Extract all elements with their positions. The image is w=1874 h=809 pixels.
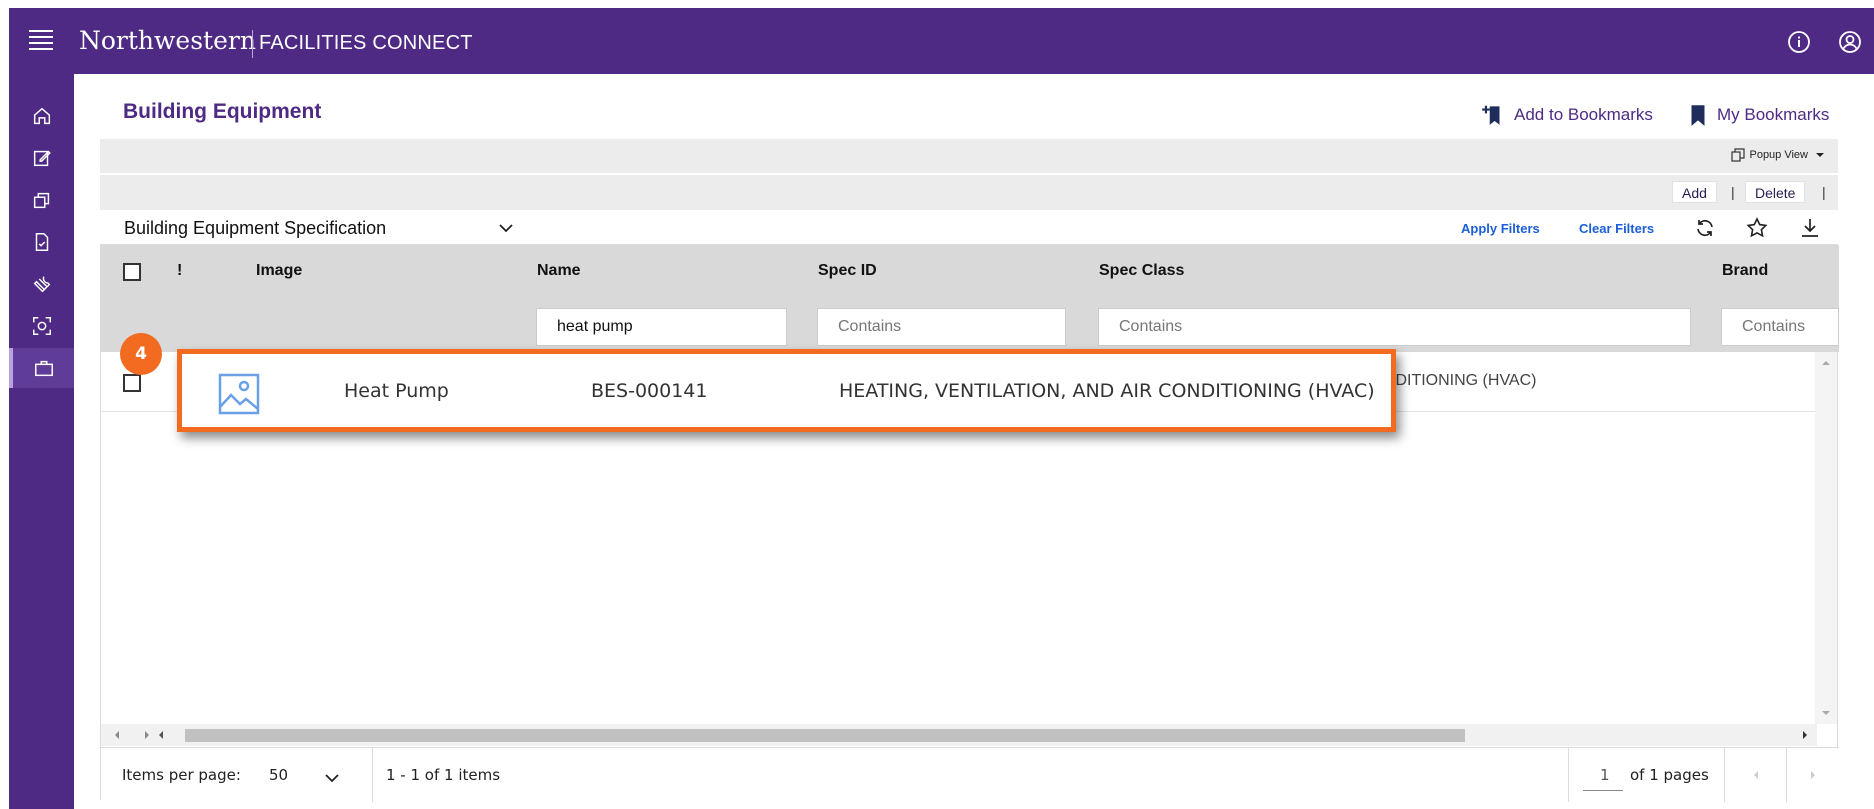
my-bookmarks-link[interactable]: My Bookmarks <box>1687 102 1829 128</box>
toolbar-separator: | <box>1731 184 1735 200</box>
scroll-up-icon[interactable] <box>1815 356 1837 370</box>
edit-icon <box>33 150 51 167</box>
top-bar: Northwestern FACILITIES CONNECT <box>9 8 1874 74</box>
name-filter-input[interactable]: heat pump <box>536 308 787 346</box>
pager-of-pages: of 1 pages <box>1630 766 1709 784</box>
pager-divider <box>1724 748 1725 802</box>
refresh-icon[interactable] <box>1693 216 1717 240</box>
document-icon <box>35 233 48 251</box>
spec-class-filter-input[interactable]: Contains <box>1098 308 1691 346</box>
specification-select[interactable]: Building Equipment Specification <box>124 218 386 239</box>
wrench-icon <box>33 276 50 293</box>
highlighted-name: Heat Pump <box>344 380 449 402</box>
row-spec-class-partial: IDITIONING (HVAC) <box>1391 372 1537 389</box>
sidebar-item-home[interactable] <box>9 96 74 136</box>
briefcase-icon <box>34 360 53 377</box>
app-root: Northwestern FACILITIES CONNECT Building… <box>0 0 1874 809</box>
sidebar-item-edit[interactable] <box>9 138 74 178</box>
highlighted-spec-class: HEATING, VENTILATION, AND AIR CONDITIONI… <box>839 380 1375 402</box>
download-icon[interactable] <box>1798 216 1822 240</box>
previous-page-icon[interactable] <box>1750 769 1762 781</box>
pager-divider <box>1786 748 1787 802</box>
grid-filter-row: heat pump Contains Contains Contains <box>101 300 1839 352</box>
grid-header: ! Image Name Spec ID Spec Class Brand <box>101 245 1839 300</box>
equipment-grid: ! Image Name Spec ID Spec Class Brand he… <box>100 244 1839 802</box>
copy-icon <box>33 192 49 209</box>
sidebar-item-maintenance[interactable] <box>9 264 74 304</box>
row-checkbox[interactable] <box>123 374 141 392</box>
vertical-scrollbar[interactable] <box>1815 352 1837 724</box>
sidebar <box>9 74 74 809</box>
my-bookmarks-label: My Bookmarks <box>1717 105 1830 124</box>
column-header-flag[interactable]: ! <box>177 262 182 280</box>
page-title: Building Equipment <box>123 100 322 123</box>
info-icon[interactable] <box>1787 30 1811 54</box>
caret-down-icon <box>1816 153 1824 157</box>
brand-divider <box>252 30 253 58</box>
add-bookmark-icon <box>1482 105 1500 125</box>
scroll-left-icon[interactable] <box>107 724 167 746</box>
highlighted-row-callout[interactable]: Heat Pump BES-000141 HEATING, VENTILATIO… <box>177 349 1396 432</box>
product-name: FACILITIES CONNECT <box>259 32 473 54</box>
home-icon <box>33 107 50 125</box>
highlighted-spec-id: BES-000141 <box>591 380 708 402</box>
column-header-image[interactable]: Image <box>256 262 302 280</box>
toolbar-separator: | <box>1822 184 1826 200</box>
horizontal-scroll-thumb[interactable] <box>185 729 1465 742</box>
select-all-checkbox[interactable] <box>123 263 141 281</box>
action-toolbar: Add | Delete | <box>100 175 1838 210</box>
delete-button[interactable]: Delete <box>1745 181 1806 203</box>
popup-icon <box>1731 148 1746 162</box>
sidebar-item-document[interactable] <box>9 222 74 262</box>
column-header-spec-class[interactable]: Spec Class <box>1099 262 1184 280</box>
add-button[interactable]: Add <box>1672 181 1717 203</box>
pager: Items per page: 50 1 - 1 of 1 items 1 of… <box>101 747 1839 802</box>
sidebar-item-copy[interactable] <box>9 180 74 220</box>
apply-filters-link[interactable]: Apply Filters <box>1461 221 1540 236</box>
sidebar-item-scan[interactable] <box>9 306 74 346</box>
filter-bar: Building Equipment Specification Apply F… <box>100 212 1838 244</box>
horizontal-scrollbar[interactable] <box>101 724 1817 746</box>
chevron-down-icon[interactable] <box>323 772 341 784</box>
column-header-spec-id[interactable]: Spec ID <box>818 262 877 280</box>
column-header-brand[interactable]: Brand <box>1722 262 1768 280</box>
image-placeholder-icon <box>218 373 260 415</box>
brand-filter-input[interactable]: Contains <box>1721 308 1839 346</box>
add-to-bookmarks-label: Add to Bookmarks <box>1514 105 1653 124</box>
add-to-bookmarks-link[interactable]: Add to Bookmarks <box>1480 102 1653 128</box>
brand-logo[interactable]: Northwestern <box>79 26 256 55</box>
clear-filters-link[interactable]: Clear Filters <box>1579 221 1654 236</box>
items-per-page-select[interactable]: 50 <box>269 766 288 784</box>
pager-divider <box>372 748 373 802</box>
column-header-name[interactable]: Name <box>537 262 581 280</box>
sidebar-item-equipment[interactable] <box>9 348 74 388</box>
next-page-icon[interactable] <box>1807 769 1819 781</box>
user-icon[interactable] <box>1838 30 1862 54</box>
pager-range: 1 - 1 of 1 items <box>386 766 501 784</box>
menu-icon[interactable] <box>29 30 53 50</box>
scroll-down-icon[interactable] <box>1815 706 1837 720</box>
view-toolbar: Popup View <box>100 139 1838 173</box>
scroll-right-icon[interactable] <box>1797 724 1813 746</box>
star-icon[interactable] <box>1745 216 1769 240</box>
step-badge: 4 <box>120 333 162 375</box>
scan-icon <box>32 317 51 335</box>
page-input-underline <box>1583 790 1623 791</box>
spec-id-filter-input[interactable]: Contains <box>817 308 1066 346</box>
popup-view-label: Popup View <box>1749 149 1808 161</box>
items-per-page-label: Items per page: <box>122 766 241 784</box>
chevron-down-icon[interactable] <box>497 222 515 234</box>
popup-view-button[interactable]: Popup View <box>1731 148 1832 162</box>
pager-divider <box>1568 748 1569 802</box>
bookmark-icon <box>1691 105 1705 126</box>
page-number-input[interactable]: 1 <box>1600 766 1610 784</box>
